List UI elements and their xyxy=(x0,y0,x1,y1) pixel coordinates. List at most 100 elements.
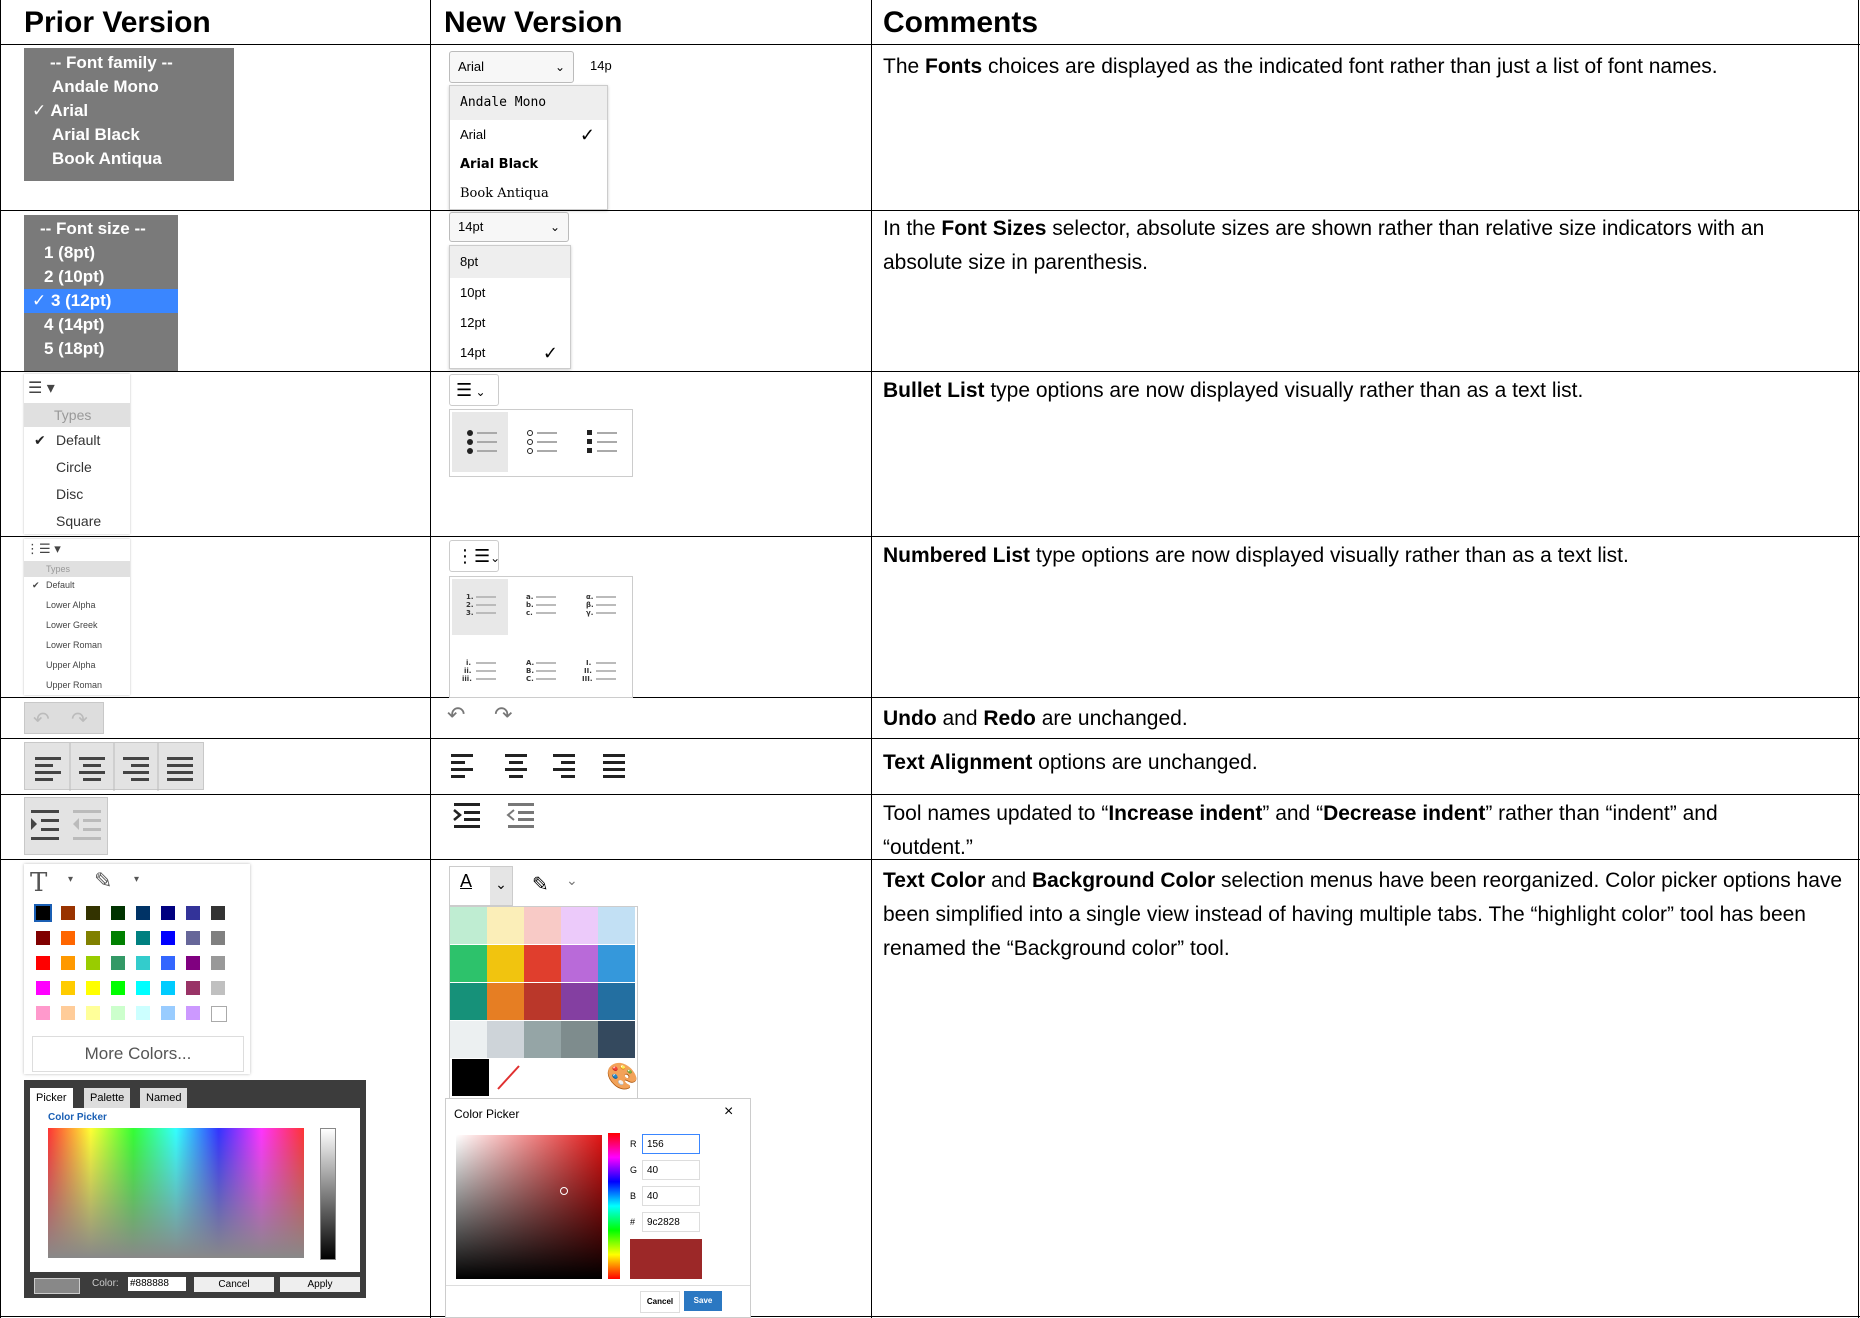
custom-color-palette-icon[interactable]: 🎨 xyxy=(606,1061,638,1092)
font-size-select[interactable]: 14pt ⌄ xyxy=(449,212,569,242)
chevron-down-icon[interactable]: ⌄ xyxy=(566,872,578,889)
font-option[interactable]: ✓ Arial xyxy=(24,99,234,123)
size-option-10pt[interactable]: 10pt xyxy=(450,278,570,308)
color-swatch[interactable] xyxy=(450,983,487,1020)
new-indent-icons[interactable] xyxy=(452,800,542,830)
color-swatch[interactable] xyxy=(487,1021,524,1058)
chevron-down-icon[interactable]: ▾ xyxy=(134,874,139,885)
color-swatch[interactable] xyxy=(186,906,200,920)
font-option[interactable]: Arial Black xyxy=(24,123,234,147)
font-option[interactable]: Book Antiqua xyxy=(24,147,234,171)
color-swatch[interactable] xyxy=(86,906,100,920)
color-swatch[interactable] xyxy=(111,906,125,920)
bullet-style-default-selected[interactable] xyxy=(452,412,508,472)
color-swatch[interactable] xyxy=(598,1021,635,1058)
font-option[interactable]: Andale Mono xyxy=(24,75,234,99)
cancel-button[interactable]: Cancel xyxy=(194,1277,274,1292)
color-swatch[interactable] xyxy=(111,981,125,995)
size-option-8pt[interactable]: 8pt xyxy=(450,246,570,278)
color-swatch[interactable] xyxy=(186,956,200,970)
color-swatch[interactable] xyxy=(61,1006,75,1020)
g-input[interactable]: 40 xyxy=(642,1160,700,1180)
new-alignment-icons[interactable] xyxy=(449,750,639,780)
redo-icon[interactable]: ↷ xyxy=(71,707,88,732)
color-swatch[interactable] xyxy=(36,956,50,970)
text-color-icon[interactable]: T xyxy=(30,868,47,898)
color-swatch[interactable] xyxy=(211,981,225,995)
size-option-14pt[interactable]: 14pt ✓ xyxy=(450,338,570,368)
saturation-area[interactable] xyxy=(456,1135,602,1279)
font-option-book-antiqua[interactable]: Book Antiqua xyxy=(450,180,607,208)
color-swatch[interactable] xyxy=(524,1021,561,1058)
color-swatch[interactable] xyxy=(561,945,598,982)
size-option[interactable]: 2 (10pt) xyxy=(24,265,178,289)
tab-named[interactable]: Named xyxy=(140,1088,188,1108)
color-swatch[interactable] xyxy=(136,956,150,970)
size-option[interactable]: 5 (18pt) xyxy=(24,337,178,361)
color-swatch[interactable] xyxy=(61,981,75,995)
font-option-andale-mono[interactable]: Andale Mono xyxy=(450,86,607,120)
color-swatch[interactable] xyxy=(211,1006,227,1022)
color-swatch[interactable] xyxy=(36,931,50,945)
color-swatch[interactable] xyxy=(136,1006,150,1020)
color-swatch[interactable] xyxy=(487,907,524,944)
color-swatch[interactable] xyxy=(524,907,561,944)
color-swatch[interactable] xyxy=(186,981,200,995)
color-swatch[interactable] xyxy=(450,945,487,982)
r-input[interactable]: 156 xyxy=(642,1134,700,1154)
color-swatch[interactable] xyxy=(450,1021,487,1058)
number-type-lower-greek[interactable]: Lower Greek xyxy=(46,620,98,630)
color-swatch[interactable] xyxy=(524,983,561,1020)
background-color-icon[interactable]: ✎ xyxy=(532,872,549,897)
bullet-style-circle[interactable] xyxy=(512,412,568,472)
color-swatch[interactable] xyxy=(561,1021,598,1058)
color-swatch[interactable] xyxy=(487,983,524,1020)
number-type-lower-roman[interactable]: Lower Roman xyxy=(46,640,102,650)
color-swatch[interactable] xyxy=(136,981,150,995)
bullet-list-button[interactable]: ☰ ⌄ xyxy=(449,374,499,406)
save-button[interactable]: Save xyxy=(684,1291,722,1311)
redo-icon[interactable]: ↷ xyxy=(494,702,512,728)
color-swatch[interactable] xyxy=(136,906,150,920)
color-swatch[interactable] xyxy=(161,931,175,945)
color-swatch[interactable] xyxy=(598,907,635,944)
bullet-type-circle[interactable]: Circle xyxy=(56,459,92,475)
color-swatch[interactable] xyxy=(524,945,561,982)
more-colors-button[interactable]: More Colors... xyxy=(32,1036,244,1072)
text-color-button[interactable]: A ⌄ xyxy=(449,866,513,906)
color-swatch[interactable] xyxy=(34,904,52,922)
bullet-style-square[interactable] xyxy=(572,412,628,472)
hex-input[interactable]: 9c2828 xyxy=(642,1212,700,1232)
color-swatch[interactable] xyxy=(561,983,598,1020)
bullet-type-default[interactable]: Default xyxy=(56,432,100,448)
numbered-list-button[interactable]: ⋮☰⌄ xyxy=(449,540,500,572)
color-swatch[interactable] xyxy=(561,907,598,944)
color-swatch[interactable] xyxy=(598,983,635,1020)
color-spectrum-area[interactable] xyxy=(48,1128,304,1258)
font-option-arial-black[interactable]: Arial Black xyxy=(450,150,607,180)
number-type-upper-alpha[interactable]: Upper Alpha xyxy=(46,660,96,670)
color-swatch[interactable] xyxy=(598,945,635,982)
number-type-upper-roman[interactable]: Upper Roman xyxy=(46,680,102,690)
color-swatch[interactable] xyxy=(86,931,100,945)
highlight-pen-icon[interactable]: ✎ xyxy=(94,868,112,894)
apply-button[interactable]: Apply xyxy=(280,1277,360,1292)
tab-picker[interactable]: Picker xyxy=(30,1088,73,1108)
undo-icon[interactable]: ↶ xyxy=(447,702,465,728)
cancel-button[interactable]: Cancel xyxy=(640,1291,680,1313)
color-swatch[interactable] xyxy=(111,1006,125,1020)
color-swatch[interactable] xyxy=(111,931,125,945)
color-swatch[interactable] xyxy=(36,1006,50,1020)
color-swatch[interactable] xyxy=(86,981,100,995)
color-swatch[interactable] xyxy=(161,981,175,995)
undo-icon[interactable]: ↶ xyxy=(33,707,50,732)
size-option-selected[interactable]: ✓ 3 (12pt) xyxy=(24,289,178,313)
color-swatch[interactable] xyxy=(186,931,200,945)
color-swatch[interactable] xyxy=(61,931,75,945)
color-swatch[interactable] xyxy=(61,906,75,920)
color-swatch[interactable] xyxy=(161,1006,175,1020)
size-option-12pt[interactable]: 12pt xyxy=(450,308,570,338)
color-swatch[interactable] xyxy=(487,945,524,982)
hue-slider[interactable] xyxy=(608,1133,620,1279)
close-icon[interactable]: × xyxy=(724,1103,733,1121)
